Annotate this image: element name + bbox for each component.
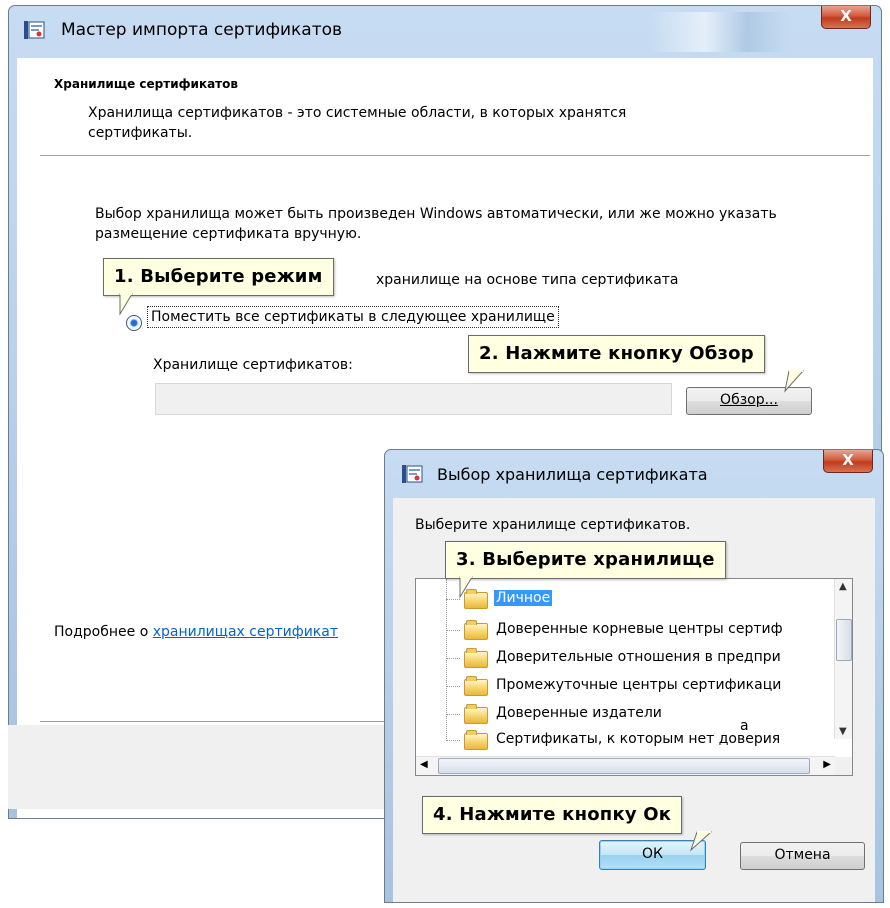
option-auto-store-label[interactable]: хранилище на основе типа сертификата <box>376 272 679 288</box>
tree-vertical-scrollbar[interactable]: ▲ ▼ <box>834 579 852 739</box>
callout-pointer-icon <box>119 293 133 316</box>
callout-pointer-icon <box>459 576 473 599</box>
folder-icon <box>464 730 488 750</box>
callout-step-2: 2. Нажмите кнопку Обзор <box>468 335 805 393</box>
scroll-thumb[interactable] <box>836 619 852 661</box>
callout-step-3-text: 3. Выберите хранилище <box>456 549 715 570</box>
more-info-link[interactable]: хранилищах сертификат <box>153 624 338 640</box>
store-field-label: Хранилище сертификатов: <box>153 357 353 373</box>
dialog-close-button[interactable]: X <box>823 450 873 473</box>
intro-text: Выбор хранилища может быть произведен Wi… <box>95 206 777 242</box>
wizard-title: Мастер импорта сертификатов <box>61 20 343 40</box>
tree-item-label: Доверенные корневые центры сертиф <box>496 621 783 637</box>
callout-step-1: 1. Выберите режим <box>103 258 334 316</box>
callout-pointer-icon <box>784 370 805 393</box>
tree-item-store[interactable]: Доверительные отношения в предпри <box>416 645 836 671</box>
option-manual-store-label[interactable]: Поместить все сертификаты в следующее хр… <box>147 306 559 328</box>
page-header-description: Хранилища сертификатов - это системные о… <box>88 105 627 141</box>
tree-item-label: Личное <box>494 590 553 606</box>
callout-step-3: 3. Выберите хранилище <box>445 541 726 599</box>
tree-item-label: Сертификаты, к которым нет доверия <box>496 731 781 747</box>
certificate-app-icon <box>24 21 45 39</box>
more-info-text: Подробнее о хранилищах сертификат <box>54 624 338 640</box>
browse-button-label: Обзор... <box>720 392 778 408</box>
wizard-close-button[interactable]: X <box>821 6 871 29</box>
callout-step-4: 4. Нажмите кнопку Ок <box>422 796 713 852</box>
tree-horizontal-scrollbar[interactable]: ◀ ▶ <box>416 756 835 775</box>
tree-item-label: Доверенные издатели <box>496 705 662 721</box>
ok-button[interactable]: ОК <box>599 840 706 870</box>
option-manual-store-radio[interactable] <box>126 315 142 331</box>
callout-step-1-text: 1. Выберите режим <box>114 266 323 287</box>
dialog-prompt: Выберите хранилище сертификатов. <box>415 517 691 533</box>
tree-item-label: Доверительные отношения в предпри <box>496 649 781 665</box>
tree-item-label: Промежуточные центры сертификаци <box>496 677 782 693</box>
page-header-title: Хранилище сертификатов <box>54 77 238 91</box>
titlebar-glass-reflection <box>649 12 789 52</box>
tree-item-store[interactable]: Сертификаты, к которым нет доверия <box>416 727 836 753</box>
callout-step-2-text: 2. Нажмите кнопку Обзор <box>479 343 754 364</box>
store-tree[interactable]: Личное Доверенные корневые центры сертиф… <box>415 578 853 776</box>
tree-item-store[interactable]: Доверенные корневые центры сертиф <box>416 617 836 643</box>
folder-icon <box>464 648 488 668</box>
scroll-right-arrow-icon[interactable]: ▶ <box>823 759 831 770</box>
cancel-button[interactable]: Отмена <box>740 842 865 870</box>
store-field <box>155 383 672 415</box>
callout-pointer-icon <box>689 831 713 852</box>
scrollbar-corner <box>835 757 852 775</box>
folder-icon <box>464 704 488 724</box>
show-physical-stores-label[interactable]: а <box>740 718 749 734</box>
dialog-title: Выбор хранилища сертификата <box>437 465 708 484</box>
tree-item-store[interactable]: Доверенные издатели <box>416 701 836 727</box>
tree-item-store[interactable]: Промежуточные центры сертификаци <box>416 673 836 699</box>
scroll-thumb[interactable] <box>438 758 810 774</box>
more-info-prefix: Подробнее о <box>54 624 153 640</box>
scroll-up-arrow-icon[interactable]: ▲ <box>839 581 847 592</box>
callout-step-4-text: 4. Нажмите кнопку Ок <box>433 804 672 825</box>
certificate-app-icon <box>402 465 423 483</box>
folder-icon <box>464 620 488 640</box>
header-divider <box>40 155 870 157</box>
folder-icon <box>464 676 488 696</box>
scroll-left-arrow-icon[interactable]: ◀ <box>420 759 428 770</box>
wizard-titlebar[interactable]: Мастер импорта сертификатов X <box>9 6 881 58</box>
scroll-down-arrow-icon[interactable]: ▼ <box>839 726 847 737</box>
